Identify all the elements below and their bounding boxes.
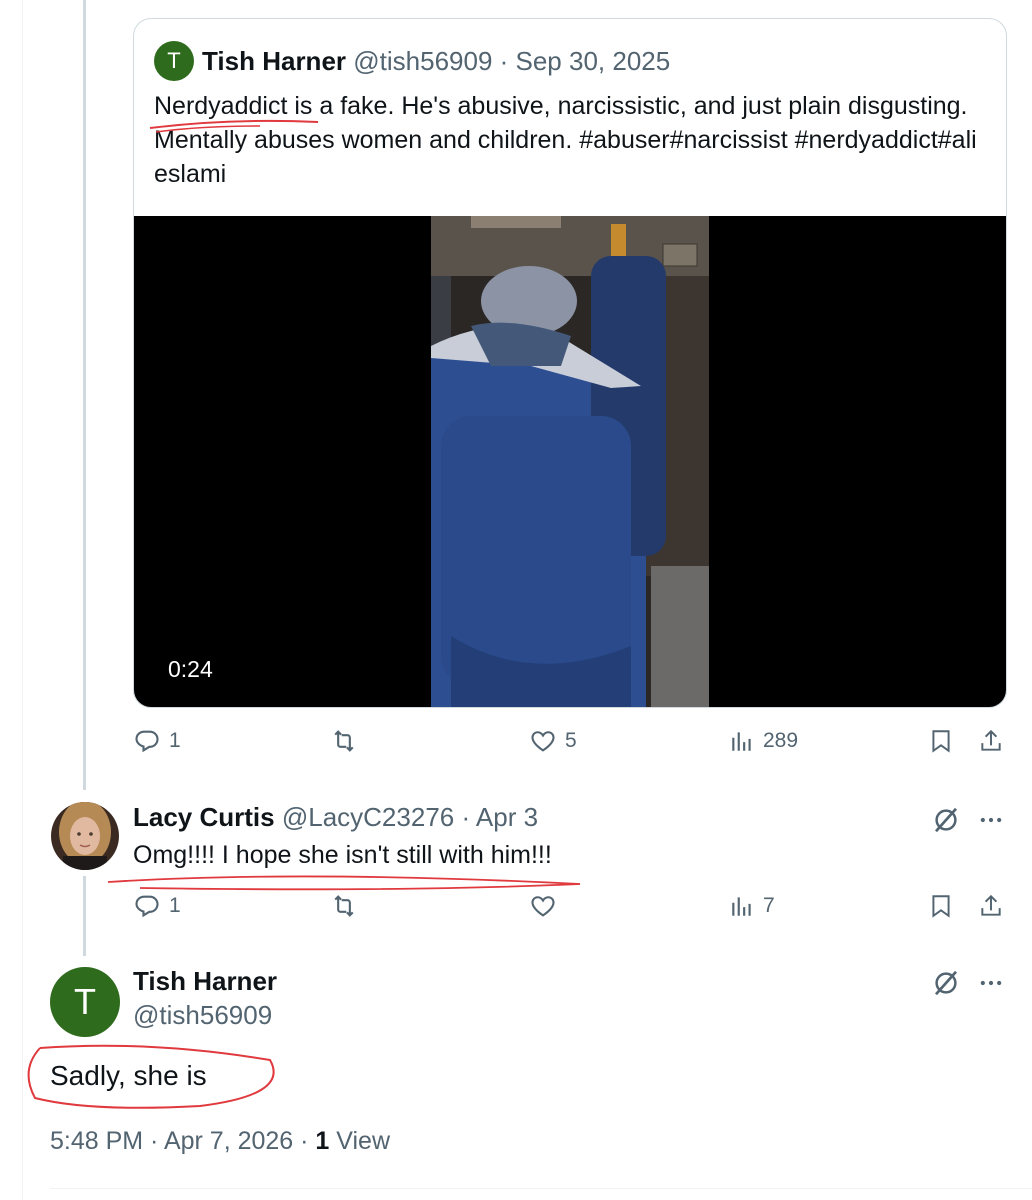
share-icon (978, 727, 1004, 755)
bookmark-icon (928, 727, 954, 755)
main-author-avatar[interactable]: T (50, 967, 120, 1037)
reply-like-button[interactable] (529, 892, 565, 920)
like-button[interactable]: 5 (529, 727, 577, 755)
reply-views-button[interactable]: 7 (729, 892, 775, 920)
reply-count: 1 (169, 729, 181, 752)
reply-views-count: 7 (763, 894, 775, 917)
main-tweet-meta: 5:48 PM · Apr 7, 2026 · 1 View (50, 1127, 390, 1156)
quoted-tweet-actions: 1 5 289 (133, 727, 1013, 767)
views-button[interactable]: 289 (729, 727, 798, 755)
bottom-divider (50, 1188, 1032, 1189)
video-duration: 0:24 (168, 656, 213, 682)
grok-icon[interactable] (930, 805, 962, 840)
reply-reply-button[interactable]: 1 (133, 892, 181, 920)
repost-icon (329, 892, 359, 920)
thread-line-bottom (83, 876, 86, 956)
more-icon[interactable] (977, 968, 1005, 1003)
quoted-author-avatar[interactable]: T (154, 41, 194, 81)
quoted-author-handle-date[interactable]: @tish56909 · Sep 30, 2025 (353, 46, 670, 76)
share-button[interactable] (978, 727, 1004, 755)
reply-bookmark-button[interactable] (928, 892, 954, 920)
bookmark-icon (928, 892, 954, 920)
reply-author-name[interactable]: Lacy Curtis (133, 802, 275, 832)
main-tweet-timestamp[interactable]: 5:48 PM · Apr 7, 2026 · (50, 1127, 315, 1155)
reply-icon (133, 892, 161, 920)
like-icon (529, 892, 557, 920)
main-author-handle[interactable]: @tish56909 (133, 1000, 272, 1031)
views-icon (729, 892, 755, 920)
repost-button[interactable] (329, 727, 367, 755)
grok-icon[interactable] (930, 968, 962, 1003)
like-icon (529, 727, 557, 755)
reply-repost-button[interactable] (329, 892, 367, 920)
main-tweet-text: Sadly, she is (50, 1060, 207, 1091)
reply-share-button[interactable] (978, 892, 1004, 920)
column-border (22, 0, 23, 1200)
reply-icon (133, 727, 161, 755)
video-player[interactable]: 0:24 (134, 216, 1006, 707)
quoted-tweet-header: Tish Harner @tish56909 · Sep 30, 2025 (202, 46, 670, 77)
reply-button[interactable]: 1 (133, 727, 181, 755)
view-label: View (329, 1127, 391, 1155)
views-count: 289 (763, 729, 799, 752)
repost-icon (329, 727, 359, 755)
reply-author-avatar[interactable] (51, 802, 119, 870)
reply-header: Lacy Curtis @LacyC23276 · Apr 3 (133, 802, 538, 833)
more-icon[interactable] (977, 805, 1005, 840)
quoted-tweet-text: Nerdyaddict is a fake. He's abusive, nar… (154, 92, 977, 188)
share-icon (978, 892, 1004, 920)
like-count: 5 (565, 729, 577, 752)
view-count: 1 (315, 1127, 330, 1155)
reply-actions: 1 7 (133, 892, 1013, 932)
thread-line-top (83, 0, 86, 790)
views-icon (729, 727, 755, 755)
reply-author-handle-date[interactable]: @LacyC23276 · Apr 3 (282, 802, 538, 832)
video-frame (431, 216, 709, 707)
bookmark-button[interactable] (928, 727, 954, 755)
quoted-author-name[interactable]: Tish Harner (202, 46, 346, 76)
quoted-tweet-card[interactable]: T Tish Harner @tish56909 · Sep 30, 2025 … (133, 18, 1007, 708)
reply-reply-count: 1 (169, 894, 181, 917)
reply-text: Omg!!!! I hope she isn't still with him!… (133, 841, 552, 869)
main-author-name[interactable]: Tish Harner (133, 966, 277, 997)
